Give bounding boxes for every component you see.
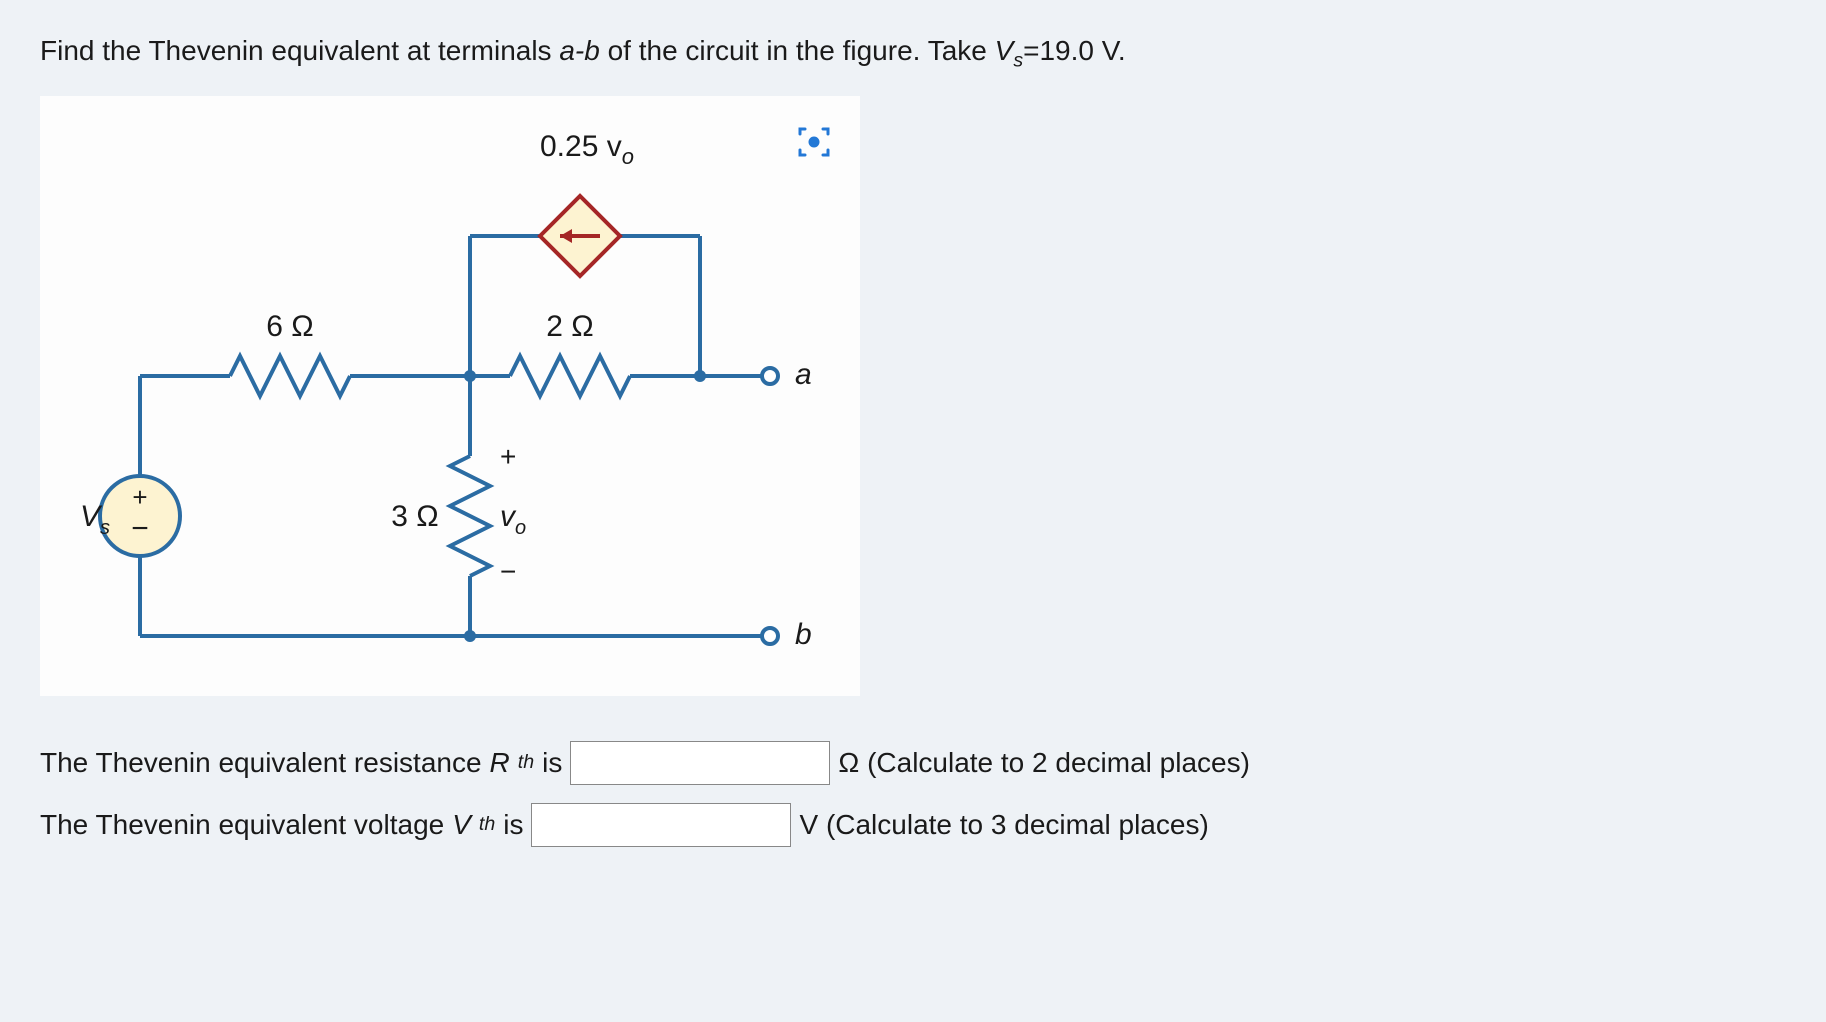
svg-text:0.25 vo: 0.25 vo	[540, 130, 634, 169]
rth-unit: Ω (Calculate to 2 decimal places)	[838, 747, 1250, 779]
rth-sym: R	[490, 747, 510, 779]
circuit-diagram: + − 6 Ω 2 Ω 3 Ω 0.25 vo + vo − Vs	[50, 106, 850, 686]
circuit-figure: + − 6 Ω 2 Ω 3 Ω 0.25 vo + vo − Vs	[40, 96, 860, 696]
question-terminals: a-b	[559, 35, 599, 66]
lens-icon[interactable]	[790, 118, 838, 166]
vth-sub: th	[479, 813, 495, 836]
svg-text:vo: vo	[500, 500, 526, 539]
vth-is: is	[503, 809, 523, 841]
vo-plus: +	[500, 441, 516, 472]
vo-minus: −	[500, 556, 516, 587]
vs-plus-sign: +	[132, 482, 147, 512]
terminal-a: a	[795, 358, 812, 391]
question-text: Find the Thevenin equivalent at terminal…	[40, 30, 1786, 76]
question-prefix: Find the Thevenin equivalent at terminal…	[40, 35, 559, 66]
r2-label: 2 Ω	[546, 310, 593, 343]
vs-eq: =19.0 V.	[1023, 35, 1126, 66]
dep-source-sub: o	[622, 144, 634, 169]
dep-source-label: 0.25 v	[540, 130, 622, 163]
vs-sub: s	[1013, 50, 1023, 72]
rth-answer-row: The Thevenin equivalent resistance Rth i…	[40, 741, 1786, 785]
vs-label: V	[995, 35, 1014, 66]
rth-is: is	[542, 747, 562, 779]
vo-sub: o	[515, 517, 526, 539]
vth-answer-row: The Thevenin equivalent voltage Vth is V…	[40, 803, 1786, 847]
vth-prefix: The Thevenin equivalent voltage	[40, 809, 444, 841]
r3-label: 3 Ω	[391, 500, 438, 533]
terminal-b: b	[795, 618, 812, 651]
rth-prefix: The Thevenin equivalent resistance	[40, 747, 482, 779]
rth-sub: th	[518, 751, 534, 774]
vs-minus-sign: −	[131, 512, 149, 545]
r1-label: 6 Ω	[266, 310, 313, 343]
vth-sym: V	[452, 809, 471, 841]
question-middle: of the circuit in the figure. Take	[600, 35, 995, 66]
rth-input[interactable]	[570, 741, 830, 785]
vth-input[interactable]	[531, 803, 791, 847]
vth-unit: V (Calculate to 3 decimal places)	[799, 809, 1208, 841]
vs-symbol-sub: s	[100, 517, 110, 539]
